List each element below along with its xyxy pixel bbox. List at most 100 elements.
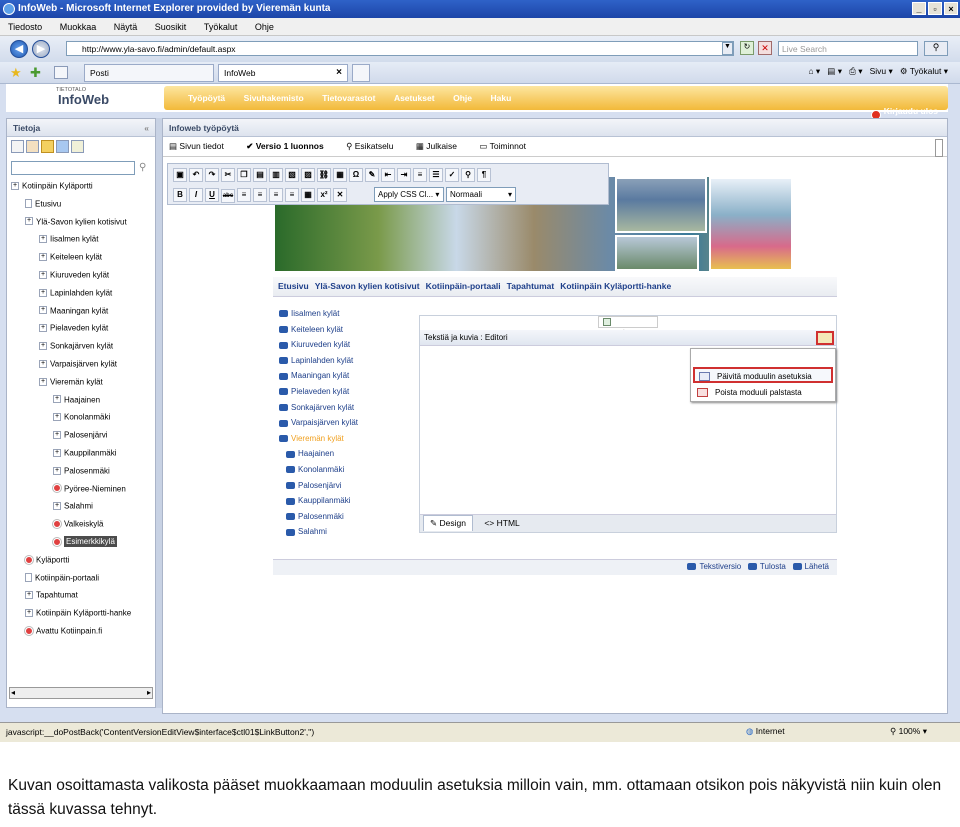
italic-icon[interactable]: I [189, 188, 203, 202]
home-icon[interactable]: ⌂ ▾ [808, 66, 820, 76]
symbol-icon[interactable]: Ω [349, 168, 363, 182]
align-left-icon[interactable]: ≡ [237, 188, 251, 202]
tree-item[interactable]: + Kotiinpäin Kyläportti-hanke [9, 608, 155, 626]
tree-item[interactable]: + Maaningan kylät [9, 306, 155, 324]
site-menu-item[interactable]: Salahmi [279, 527, 409, 543]
site-nav-link[interactable]: Tapahtumat [507, 281, 555, 291]
expand-icon[interactable]: + [53, 448, 61, 457]
indent-icon[interactable]: ⇥ [397, 168, 411, 182]
align-right-icon[interactable]: ≡ [269, 188, 283, 202]
nav-sivuhakemisto[interactable]: Sivuhakemisto [244, 93, 304, 103]
url-dropdown-icon[interactable]: ▼ [722, 42, 733, 55]
align-center-icon[interactable]: ≡ [253, 188, 267, 202]
quick-tabs-icon[interactable] [54, 66, 68, 79]
tree-item[interactable]: + Keiteleen kylät [9, 252, 155, 270]
minimize-button[interactable]: _ [912, 2, 926, 15]
format-block-icon[interactable]: ▦ [301, 188, 315, 202]
publish-button[interactable]: ▦ Julkaise [416, 141, 467, 151]
site-menu-item[interactable]: Konolanmäki [279, 465, 409, 481]
expand-icon[interactable]: + [25, 609, 33, 618]
copy-icon[interactable]: ❐ [237, 168, 251, 182]
tree-item[interactable]: Kyläportti [9, 555, 155, 573]
menu-muokkaa[interactable]: Muokkaa [60, 22, 97, 32]
tree-item[interactable]: + Palosenmäki [9, 466, 155, 484]
close-tab-icon[interactable]: × [336, 67, 342, 78]
expand-icon[interactable]: + [25, 591, 33, 600]
redo-icon[interactable]: ↷ [205, 168, 219, 182]
expand-icon[interactable]: + [53, 466, 61, 475]
version-button[interactable]: ✔ Versio 1 luonnos [246, 141, 334, 151]
print-icon[interactable]: ⎙ ▾ [849, 66, 862, 76]
refresh-icon[interactable]: ↻ [740, 41, 754, 55]
scroll-right-icon[interactable]: ▸ [147, 688, 151, 697]
expand-icon[interactable]: + [39, 235, 47, 244]
site-menu-item[interactable]: Sonkajärven kylät [279, 403, 409, 419]
tab-infoweb[interactable]: InfoWeb × [218, 64, 348, 82]
tree-item[interactable]: + Haajainen [9, 395, 155, 413]
expand-icon[interactable]: + [39, 377, 47, 386]
tree-item[interactable]: + Kotiinpäin Kyläportti [9, 181, 155, 199]
expand-icon[interactable]: + [39, 253, 47, 262]
actions-button[interactable]: ▭ Toiminnot [479, 141, 536, 151]
tree-item[interactable]: + Kiuruveden kylät [9, 270, 155, 288]
site-menu-item[interactable]: Iisalmen kylät [279, 309, 409, 325]
underline-icon[interactable]: U [205, 188, 219, 202]
image-icon[interactable]: ▧ [285, 168, 299, 182]
tree-scrollbar[interactable]: ◂ ▸ [9, 687, 153, 699]
forward-icon[interactable]: ▶ [32, 40, 50, 58]
tree-item[interactable]: + Tapahtumat [9, 590, 155, 608]
superscript-icon[interactable]: x² [317, 188, 331, 202]
tree-item[interactable]: + Kauppilanmäki [9, 448, 155, 466]
tree-item[interactable]: Avattu Kotiinpain.fi [9, 626, 155, 644]
preview-button[interactable]: ⚲ Esikatselu [346, 141, 403, 151]
numbered-list-icon[interactable]: ≡ [413, 168, 427, 182]
paste-text-icon[interactable]: ▥ [269, 168, 283, 182]
search-icon[interactable]: ⚲ [924, 41, 948, 56]
site-nav-link[interactable]: Kotiinpäin-portaali [426, 281, 501, 291]
nav-ohje[interactable]: Ohje [453, 93, 472, 103]
nav-tyopoyta[interactable]: Työpöytä [188, 93, 225, 103]
save-icon[interactable]: ▣ [173, 168, 187, 182]
tab-posti[interactable]: Posti [84, 64, 214, 82]
tree-search-icon[interactable]: ⚲ [139, 162, 146, 173]
nav-haku[interactable]: Haku [491, 93, 512, 103]
new-page-icon[interactable] [11, 140, 24, 153]
site-menu-item[interactable]: Palosenjärvi [279, 481, 409, 497]
tree-item[interactable]: + Sonkajärven kylät [9, 341, 155, 359]
delete-page-icon[interactable] [26, 140, 39, 153]
expand-icon[interactable]: + [39, 288, 47, 297]
tree-item[interactable]: + Palosenjärvi [9, 430, 155, 448]
site-menu-item[interactable]: Haajainen [279, 449, 409, 465]
tab-design[interactable]: ✎ Design [423, 515, 473, 531]
justify-icon[interactable]: ≡ [285, 188, 299, 202]
stop-icon[interactable]: ✕ [758, 41, 772, 55]
site-menu-item[interactable]: Keiteleen kylät [279, 325, 409, 341]
menu-tyokalut[interactable]: Työkalut [204, 22, 238, 32]
print-link[interactable]: Tulosta [747, 562, 786, 571]
toolbar-scroll-icon[interactable] [935, 139, 943, 157]
collapse-icon[interactable]: « [144, 123, 149, 133]
send-link[interactable]: Lähetä [792, 562, 829, 571]
tools-menu[interactable]: ⚙ Työkalut ▾ [900, 66, 948, 76]
move-page-icon[interactable] [56, 140, 69, 153]
site-nav-link[interactable]: Etusivu [278, 281, 309, 291]
clear-format-icon[interactable]: ✕ [333, 188, 347, 202]
outdent-icon[interactable]: ⇤ [381, 168, 395, 182]
expand-icon[interactable]: + [39, 342, 47, 351]
feeds-icon[interactable]: ▤ ▾ [827, 66, 842, 76]
tree-item[interactable]: + Ylä-Savon kylien kotisivut [9, 217, 155, 235]
tree-item[interactable]: Kotiinpäin-portaali [9, 572, 155, 591]
media-icon[interactable]: ▨ [301, 168, 315, 182]
paragraph-icon[interactable]: ¶ [477, 168, 491, 182]
nav-asetukset[interactable]: Asetukset [394, 93, 435, 103]
tree-item[interactable]: + Pielaveden kylät [9, 323, 155, 341]
expand-icon[interactable]: + [53, 413, 61, 422]
text-version-link[interactable]: Tekstiversio [687, 562, 741, 571]
expand-icon[interactable]: + [39, 270, 47, 279]
expand-icon[interactable]: + [11, 181, 19, 190]
table-icon[interactable]: ▦ [333, 168, 347, 182]
scroll-left-icon[interactable]: ◂ [11, 688, 15, 697]
site-menu-item[interactable]: Varpaisjärven kylät [279, 418, 409, 434]
favorites-star-icon[interactable]: ★ [10, 65, 22, 81]
site-nav-link[interactable]: Kotiinpäin Kyläportti-hanke [560, 281, 671, 291]
